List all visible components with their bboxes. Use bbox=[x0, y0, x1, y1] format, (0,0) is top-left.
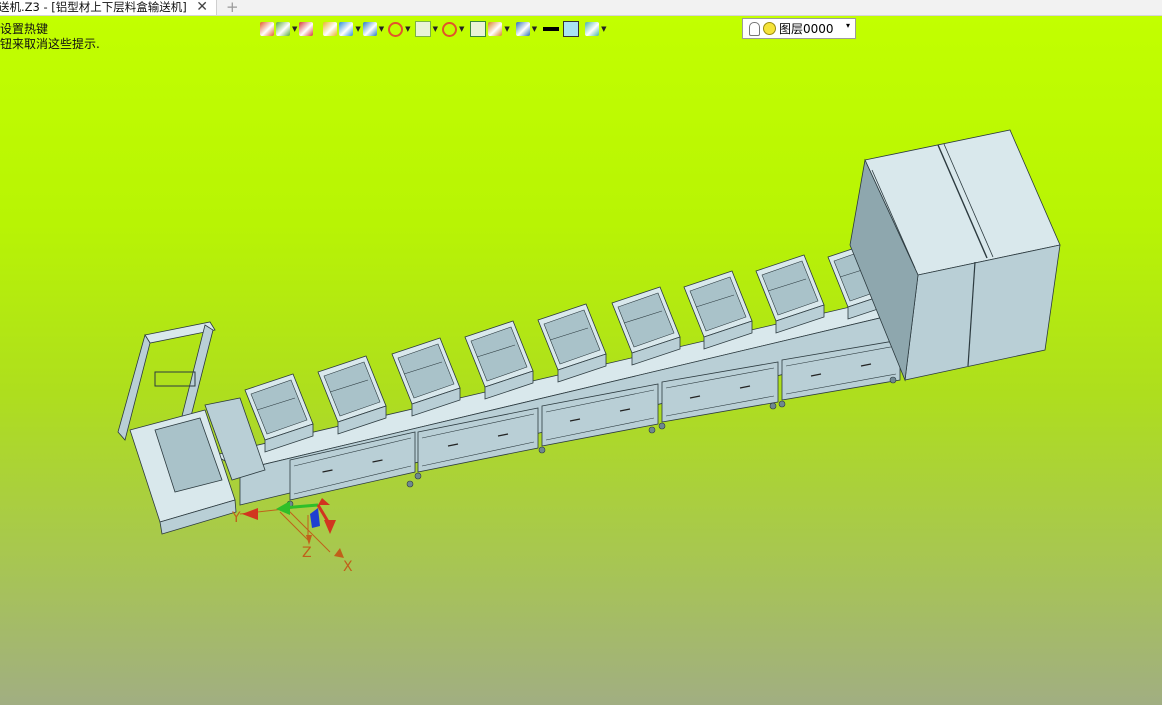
import-icon bbox=[260, 22, 274, 36]
solid-cube-icon bbox=[339, 22, 354, 36]
gantry-crossbar bbox=[154, 371, 196, 387]
layer-name: 图层0000 bbox=[779, 22, 834, 36]
shaded-cube-button[interactable] bbox=[323, 19, 338, 39]
dimension-icon bbox=[488, 22, 503, 36]
toolbar-dropdown-arrow-icon[interactable]: ▼ bbox=[532, 19, 537, 39]
shaded-cube-icon bbox=[323, 22, 338, 36]
zoom-window-button[interactable] bbox=[470, 19, 487, 39]
dimension-button[interactable]: ▼ bbox=[488, 19, 510, 39]
section-view-button[interactable]: ▼ bbox=[414, 19, 438, 39]
triad-y-label: Y bbox=[231, 510, 241, 526]
layers-icon bbox=[276, 22, 290, 36]
render-sphere-icon bbox=[388, 21, 404, 37]
toolbar-dropdown-arrow-icon[interactable]: ▼ bbox=[601, 19, 606, 39]
pen-button[interactable] bbox=[299, 19, 314, 39]
target-button[interactable]: ▼ bbox=[441, 19, 464, 39]
display-settings-icon bbox=[515, 22, 530, 36]
new-tab-button[interactable]: + bbox=[226, 0, 239, 16]
solid-cube-button[interactable]: ▼ bbox=[339, 19, 361, 39]
layer-visibility-bulb-icon[interactable] bbox=[749, 21, 760, 36]
toolbar-dropdown-arrow-icon[interactable]: ▼ bbox=[355, 19, 360, 39]
line-weight-icon bbox=[543, 27, 560, 31]
fill-color-button[interactable] bbox=[563, 19, 580, 39]
display-settings-button[interactable]: ▼ bbox=[515, 19, 537, 39]
3d-viewport[interactable]: Y Z X 设置热键 钮来取消这些提示. ▼ ▼ ▼ ▼ ▼ ▼ ▼ ▼ ▼ 图层0000 ▾ bbox=[0, 16, 1162, 705]
layer-color-dot-icon bbox=[763, 22, 776, 35]
toolbar-dropdown-arrow-icon[interactable]: ▼ bbox=[459, 19, 464, 39]
view-toolbar: ▼ ▼ ▼ ▼ ▼ ▼ ▼ ▼ ▼ bbox=[260, 18, 611, 40]
layer-stack-icon bbox=[585, 22, 600, 36]
toolbar-dropdown-arrow-icon[interactable]: ▼ bbox=[433, 19, 438, 39]
layer-selector[interactable]: 图层0000 ▾ bbox=[742, 18, 856, 39]
layer-dropdown-arrow-icon[interactable]: ▾ bbox=[846, 21, 850, 30]
triad-x-label: X bbox=[343, 559, 353, 575]
layers-button[interactable]: ▼ bbox=[276, 19, 297, 39]
view-cube-button[interactable]: ▼ bbox=[362, 19, 384, 39]
toolbar-dropdown-arrow-icon[interactable]: ▼ bbox=[379, 19, 384, 39]
hint-line-2: 钮来取消这些提示. bbox=[0, 37, 100, 51]
blue-axis bbox=[310, 508, 320, 528]
conveyor-model[interactable]: Y Z X bbox=[0, 16, 1162, 705]
view-cube-icon bbox=[362, 22, 377, 36]
fill-color-icon bbox=[563, 21, 580, 37]
section-view-icon bbox=[414, 21, 431, 37]
target-icon bbox=[441, 21, 457, 37]
render-sphere-button[interactable]: ▼ bbox=[388, 19, 411, 39]
close-tab-icon[interactable]: ✕ bbox=[196, 0, 208, 16]
zoom-window-icon bbox=[470, 21, 487, 37]
pen-icon bbox=[299, 22, 314, 36]
toolbar-dropdown-arrow-icon[interactable]: ▼ bbox=[405, 19, 410, 39]
import-button[interactable] bbox=[260, 19, 274, 39]
line-weight-button[interactable] bbox=[543, 19, 560, 39]
document-tab-bar: 送机.Z3 - [铝型材上下层料盒输送机] ✕ + bbox=[0, 0, 1162, 16]
toolbar-dropdown-arrow-icon[interactable]: ▼ bbox=[504, 19, 509, 39]
triad-z-label: Z bbox=[302, 545, 312, 561]
coordinate-triad: Y Z X bbox=[231, 498, 353, 575]
toolbar-dropdown-arrow-icon[interactable]: ▼ bbox=[292, 19, 297, 39]
document-tab-title: 送机.Z3 - [铝型材上下层料盒输送机] bbox=[0, 0, 187, 14]
gantry-left-post bbox=[117, 334, 151, 441]
layer-stack-button[interactable]: ▼ bbox=[585, 19, 607, 39]
document-tab[interactable]: 送机.Z3 - [铝型材上下层料盒输送机] ✕ bbox=[0, 0, 217, 15]
hint-line-1: 设置热键 bbox=[0, 22, 49, 36]
y-axis-arrow bbox=[242, 508, 258, 520]
